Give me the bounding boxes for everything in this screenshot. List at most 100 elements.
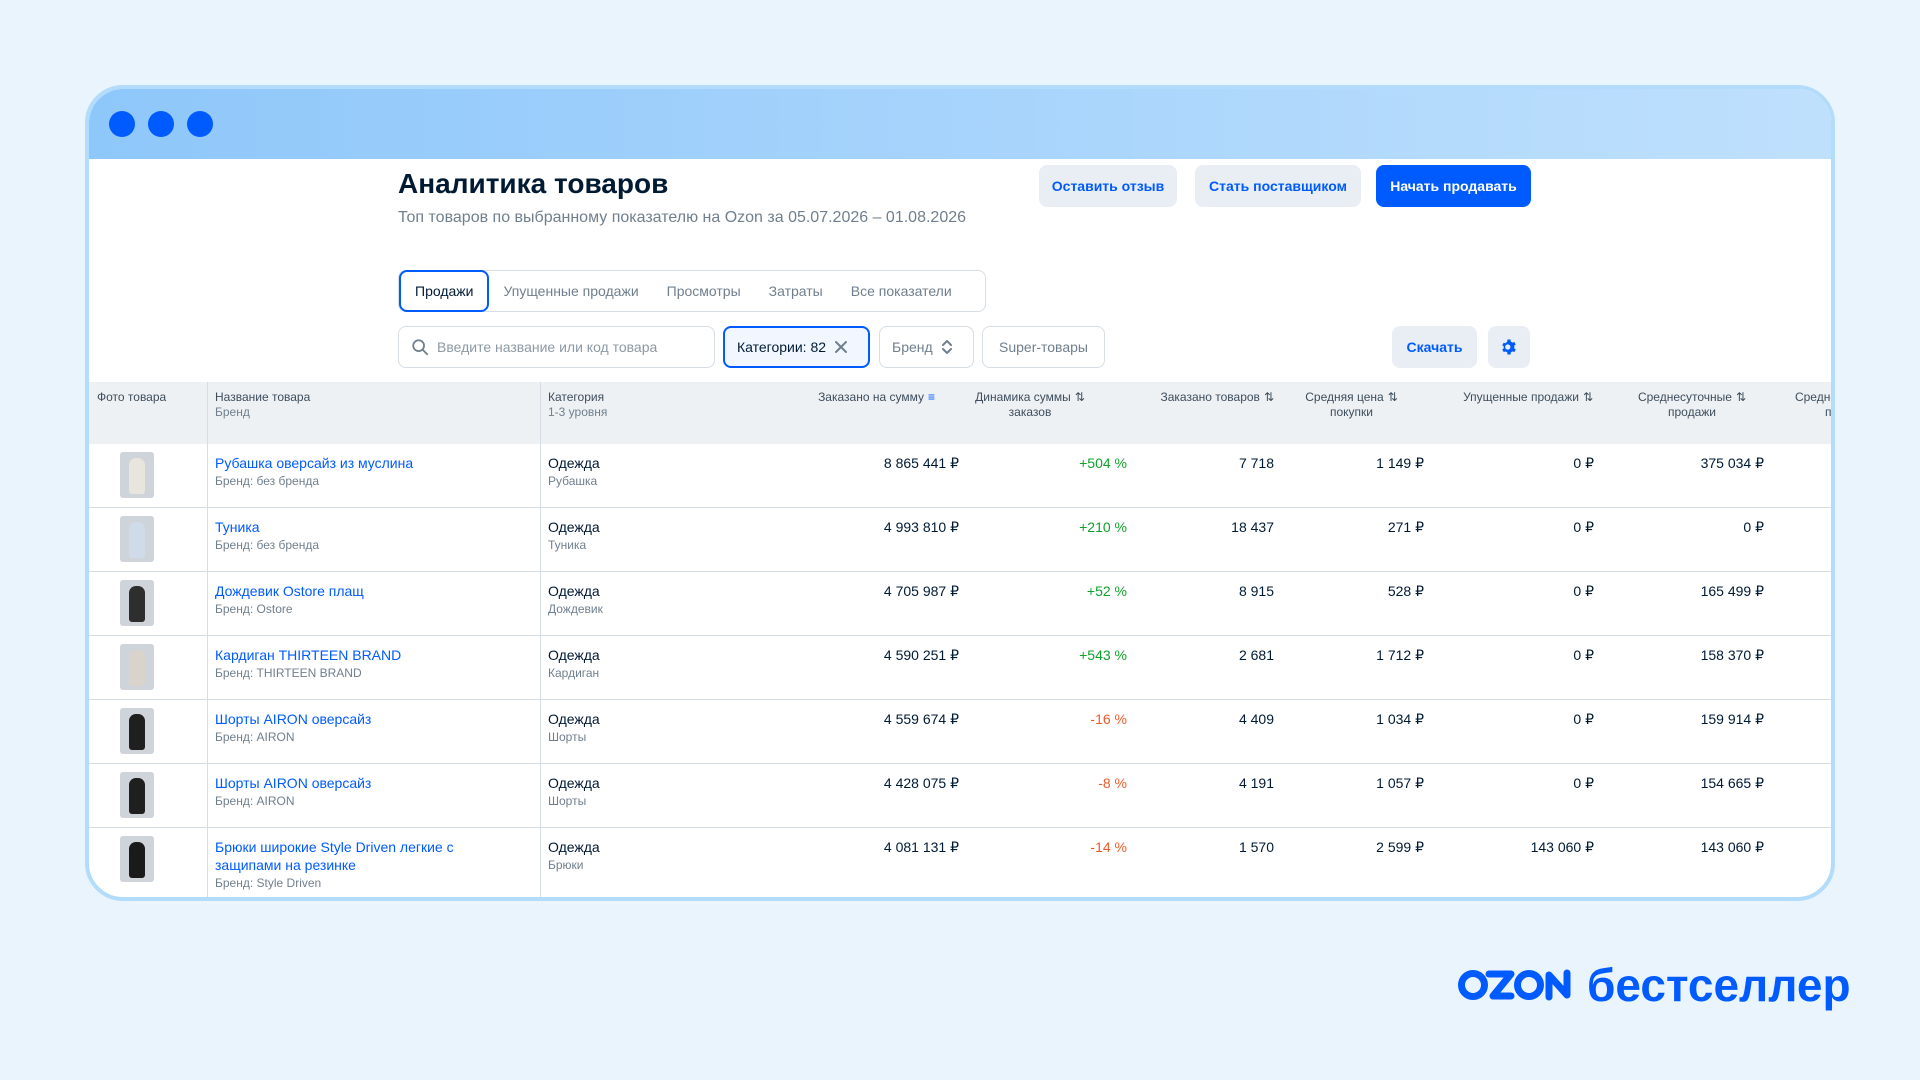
product-name-link[interactable]: Брюки широкие Style Driven легкие с защип…: [215, 838, 454, 874]
column-divider: [540, 572, 541, 635]
product-photo[interactable]: [120, 644, 154, 690]
sort-icon: ⇅: [1074, 390, 1085, 404]
leave-review-button[interactable]: Оставить отзыв: [1039, 165, 1177, 207]
ordered-qty-value: 4 191: [1238, 775, 1274, 791]
avg-daily-qty-value: 268: [1779, 454, 1831, 472]
col-lost-sales[interactable]: Упущенные продажи ⇅: [1428, 390, 1593, 405]
brand-filter-dropdown[interactable]: Бренд: [879, 326, 974, 368]
product-name-link[interactable]: Кардиган THIRTEEN BRAND: [215, 646, 401, 664]
avg-daily-qty-value: 313: [1779, 582, 1831, 600]
product-name-line-2: защипами на резинке: [215, 857, 356, 873]
become-supplier-button[interactable]: Стать поставщиком: [1195, 165, 1361, 207]
product-photo[interactable]: [120, 836, 154, 882]
lost-sales-value: 143 060 ₽: [1530, 839, 1594, 855]
chevron-updown-icon: [941, 340, 952, 354]
close-icon[interactable]: [834, 340, 848, 354]
ordered-qty-value: 8 915: [1238, 583, 1274, 599]
table-row[interactable]: Кардиган THIRTEEN BRAND Бренд: THIRTEEN …: [89, 636, 1831, 700]
category-sub: Шорты: [548, 730, 587, 744]
col-category[interactable]: Категория 1-3 уровня: [548, 390, 607, 420]
tab-views[interactable]: Просмотры: [653, 271, 755, 311]
col-ordered-qty[interactable]: Заказано товаров ⇅: [1124, 390, 1274, 405]
metric-tabs: Продажи Упущенные продажи Просмотры Затр…: [398, 270, 986, 312]
ordered-sum-value: 4 705 987 ₽: [883, 583, 959, 599]
col-avg-price-label-2: покупки: [1329, 405, 1373, 419]
window-maximize-dot[interactable]: [187, 111, 213, 137]
product-photo[interactable]: [120, 516, 154, 562]
avg-daily-qty-value: 55: [1779, 838, 1831, 856]
window-close-dot[interactable]: [109, 111, 135, 137]
super-products-filter[interactable]: Super-товары: [982, 326, 1105, 368]
lost-sales-value: 0 ₽: [1573, 583, 1594, 599]
category-sub: Кардиган: [548, 666, 600, 680]
column-divider: [540, 382, 541, 444]
category-sub: Брюки: [548, 858, 584, 872]
categories-filter-chip[interactable]: Категории: 82: [723, 326, 870, 368]
product-photo[interactable]: [120, 452, 154, 498]
product-photo-figure: [129, 458, 145, 494]
product-name-link[interactable]: Шорты AIRON оверсайз: [215, 710, 371, 728]
col-ordered-sum-label: Заказано на сумму: [818, 390, 924, 404]
ordered-qty-value: 7 718: [1238, 455, 1274, 471]
product-name-link[interactable]: Туника: [215, 518, 319, 536]
product-brand: Бренд: без бренда: [215, 538, 320, 552]
brand-filter-label: Бренд: [892, 339, 933, 355]
avg-daily-value: 158 370 ₽: [1700, 647, 1764, 663]
sort-icon: ⇅: [1735, 390, 1747, 404]
product-name-cell: Шорты AIRON оверсайз Бренд: AIRON: [215, 774, 371, 810]
product-photo-figure: [129, 650, 145, 686]
start-selling-button[interactable]: Начать продавать: [1376, 165, 1531, 207]
col-name[interactable]: Название товара Бренд: [215, 390, 310, 420]
product-photo[interactable]: [120, 708, 154, 754]
product-name-link[interactable]: Рубашка оверсайз из муслина: [215, 454, 413, 472]
product-brand: Бренд: Ostore: [215, 602, 293, 616]
product-brand: Бренд: THIRTEEN BRAND: [215, 666, 362, 680]
col-avg-daily[interactable]: Среднесуточные ⇅ продажи: [1609, 390, 1775, 420]
col-avg-daily-qty[interactable]: Среднесуточные⇅ продажи Штуки: [1777, 390, 1831, 435]
avg-daily-value: 154 665 ₽: [1700, 775, 1764, 791]
category-cell: Одежда Шорты: [548, 774, 600, 810]
col-dynamics[interactable]: Динамика суммы ⇅ заказов: [949, 390, 1111, 420]
table-row[interactable]: Шорты AIRON оверсайз Бренд: AIRON Одежда…: [89, 700, 1831, 764]
column-divider: [540, 508, 541, 571]
col-dynamics-label-2: заказов: [1008, 405, 1052, 419]
dynamics-value: +210 %: [1079, 519, 1127, 535]
tab-costs[interactable]: Затраты: [755, 271, 837, 311]
category-cell: Одежда Туника: [548, 518, 600, 554]
col-avg-price-label: Средняя цена: [1305, 390, 1384, 404]
col-name-sub: Бренд: [215, 405, 250, 419]
tab-sales[interactable]: Продажи: [399, 270, 490, 312]
product-name-link[interactable]: Дождевик Ostore плащ: [215, 582, 364, 600]
product-photo[interactable]: [120, 772, 154, 818]
col-ordered-sum[interactable]: Заказано на сумму ≡: [749, 390, 935, 405]
window-minimize-dot[interactable]: [148, 111, 174, 137]
category-cell: Одежда Рубашка: [548, 454, 600, 490]
download-button[interactable]: Скачать: [1392, 326, 1477, 368]
tab-lost-sales[interactable]: Упущенные продажи: [489, 271, 652, 311]
col-name-label: Название товара: [215, 390, 311, 404]
avg-price-value: 2 599 ₽: [1376, 839, 1424, 855]
col-avg-daily-label-2: продажи: [1668, 405, 1716, 419]
search-input[interactable]: Введите название или код товара: [398, 326, 715, 368]
page-title: Аналитика товаров: [398, 168, 669, 199]
ordered-qty-value: 4 409: [1238, 711, 1274, 727]
table-row[interactable]: Шорты AIRON оверсайз Бренд: AIRON Одежда…: [89, 764, 1831, 828]
settings-button[interactable]: [1488, 326, 1530, 368]
table-row[interactable]: Туника Бренд: без бренда Одежда Туника 4…: [89, 508, 1831, 572]
table-row[interactable]: Брюки широкие Style Driven легкие с защип…: [89, 828, 1831, 897]
table-row[interactable]: Дождевик Ostore плащ Бренд: Ostore Одежд…: [89, 572, 1831, 636]
category-sub: Рубашка: [548, 474, 598, 488]
column-divider: [207, 572, 208, 635]
avg-daily-value: 143 060 ₽: [1700, 839, 1764, 855]
table-row[interactable]: Рубашка оверсайз из муслина Бренд: без б…: [89, 444, 1831, 508]
product-photo[interactable]: [120, 580, 154, 626]
category-main: Одежда: [548, 583, 600, 599]
product-name-link[interactable]: Шорты AIRON оверсайз: [215, 774, 371, 792]
product-name-cell: Рубашка оверсайз из муслина Бренд: без б…: [215, 454, 413, 490]
dynamics-value: +52 %: [1086, 583, 1127, 599]
app-window: Аналитика товаров Топ товаров по выбранн…: [85, 85, 1835, 901]
column-divider: [207, 636, 208, 699]
tab-all-metrics[interactable]: Все показатели: [837, 271, 966, 311]
avg-price-value: 1 149 ₽: [1376, 455, 1424, 471]
col-avg-price[interactable]: Средняя цена ⇅ покупки: [1279, 390, 1424, 420]
